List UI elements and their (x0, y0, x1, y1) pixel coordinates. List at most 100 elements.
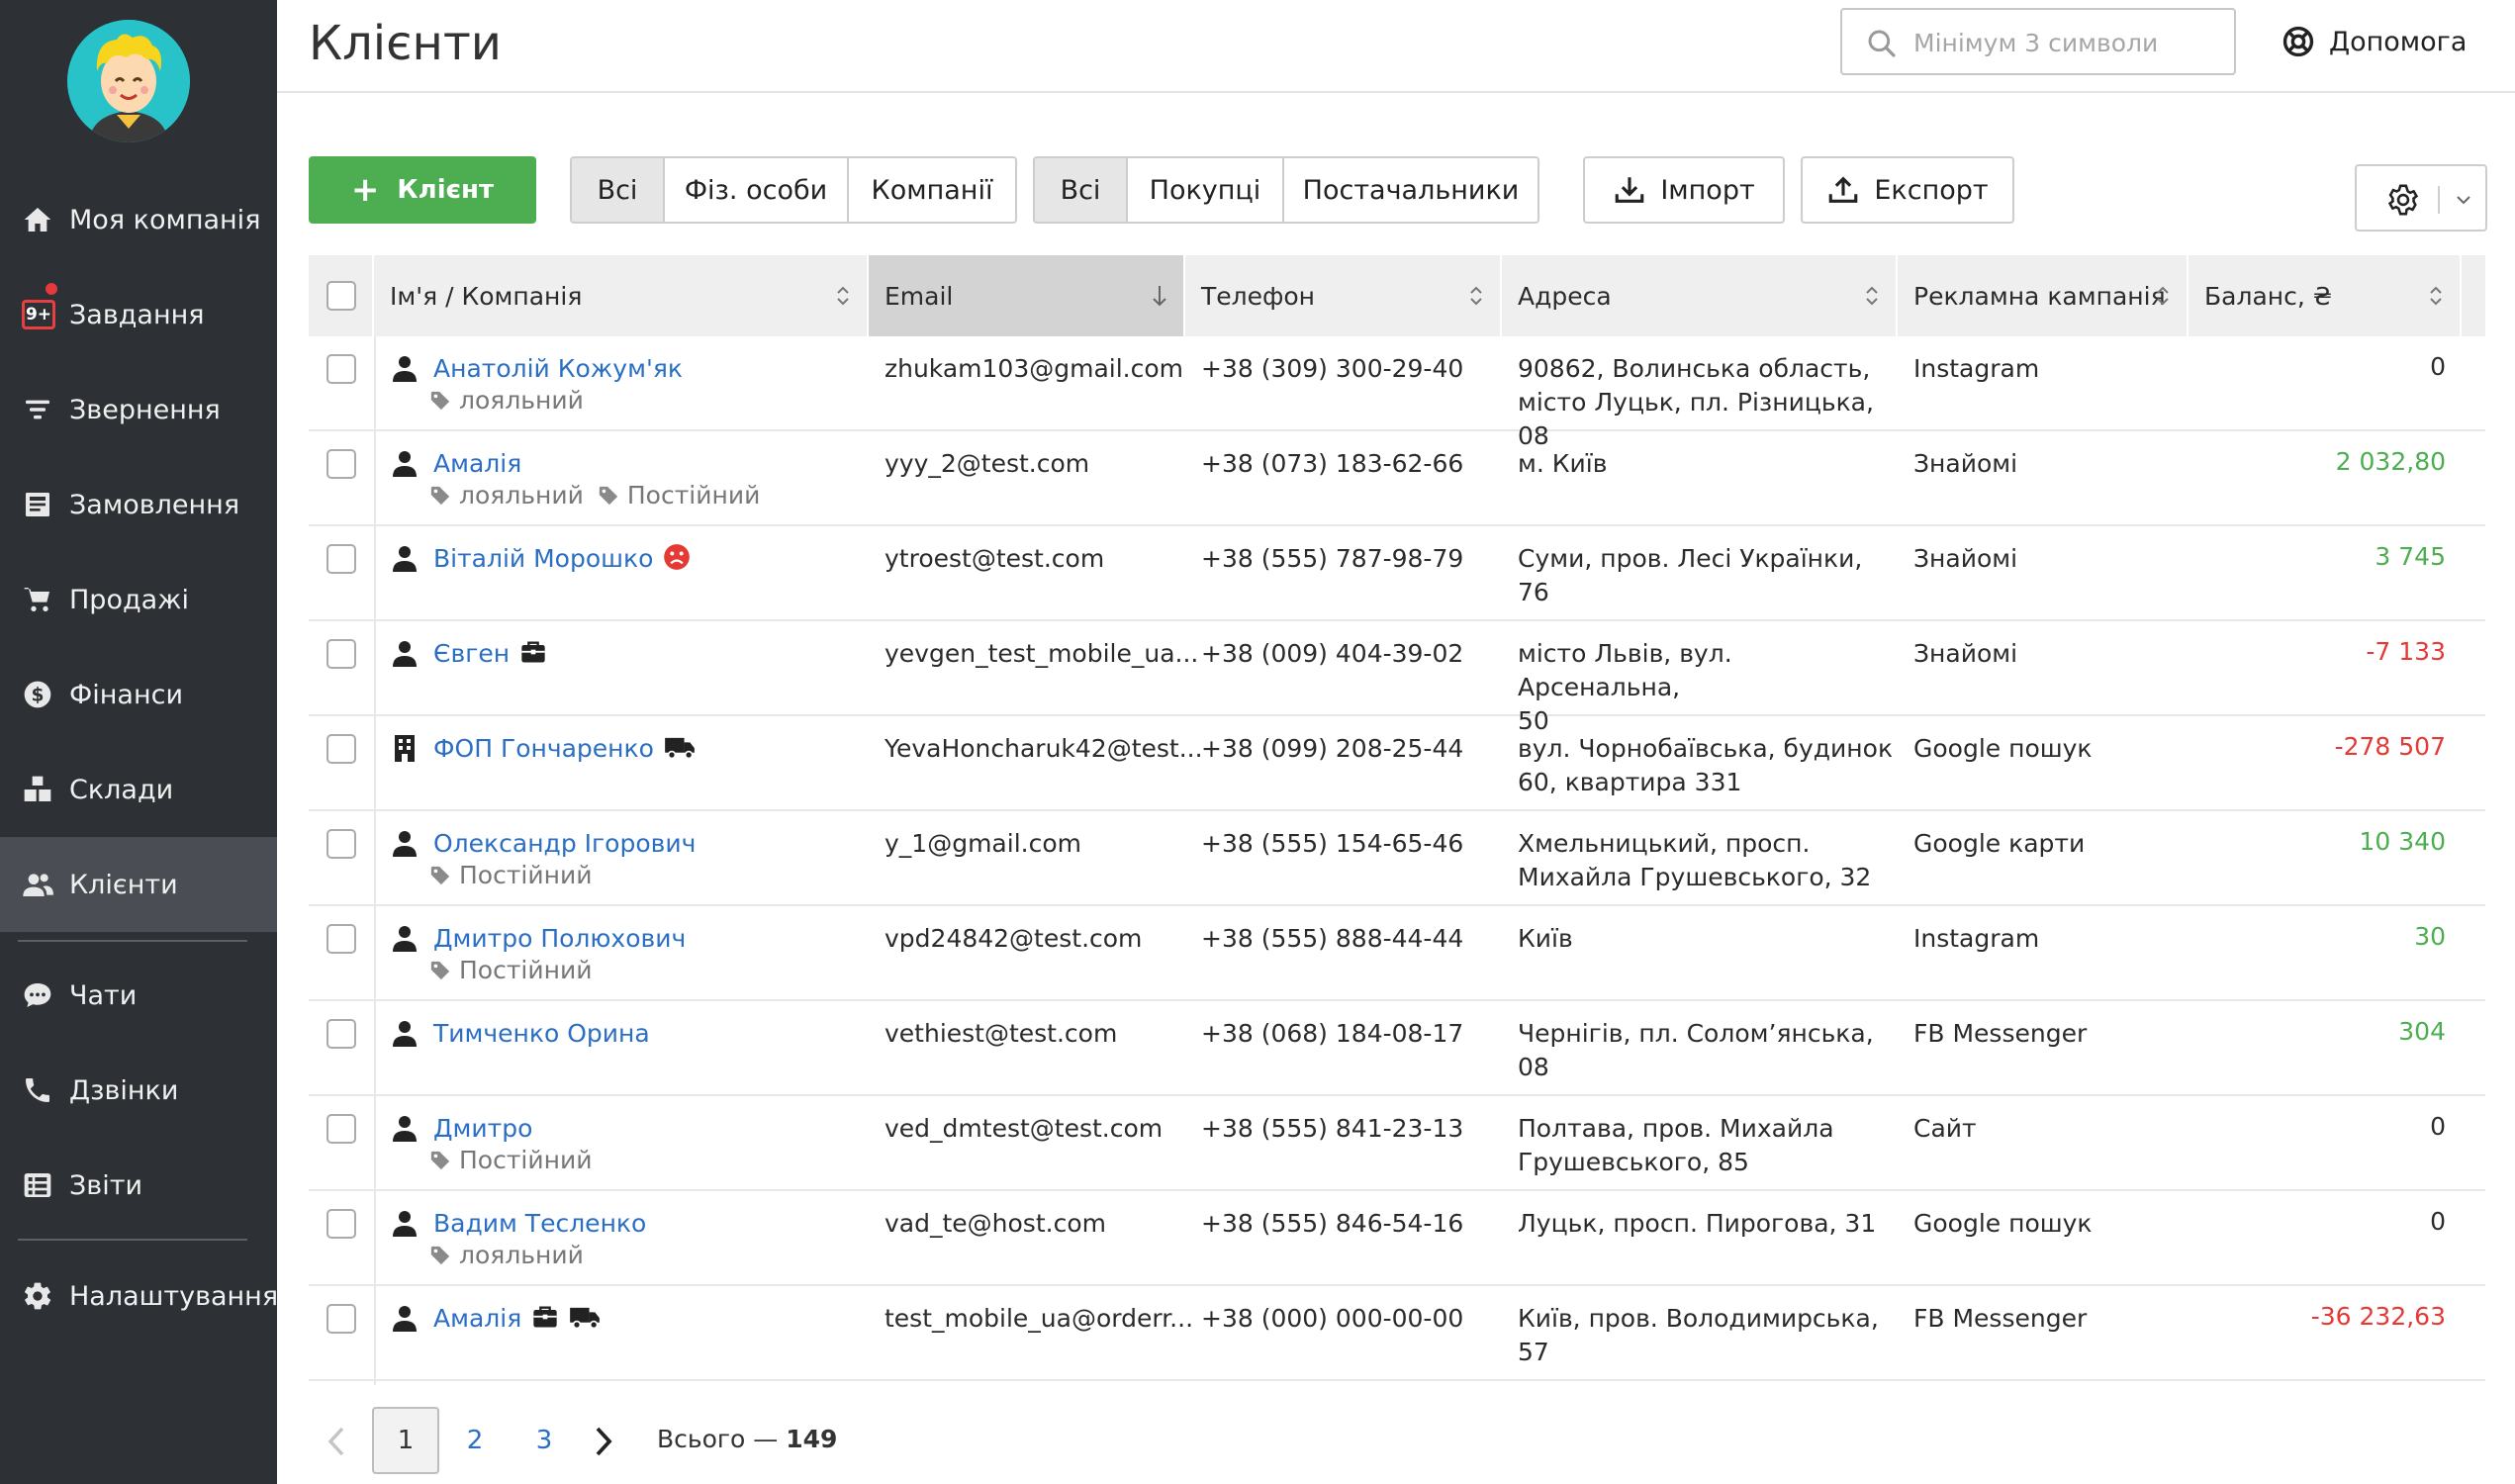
balance-cell: 2 032,80 (2335, 447, 2446, 476)
column-header-email[interactable]: Email (869, 255, 1185, 336)
email-cell: ytroest@test.com (885, 544, 1105, 573)
client-name-link[interactable]: Олександр Ігорович (433, 829, 696, 858)
avatar[interactable] (67, 20, 190, 142)
sidebar-item-settings[interactable]: Налаштування (0, 1249, 279, 1344)
client-name-link[interactable]: Вадим Тесленко (433, 1209, 646, 1238)
sidebar-item-label: Фінанси (69, 679, 183, 710)
sidebar-item-sales[interactable]: Продажі (0, 552, 277, 647)
sidebar-item-label: Налаштування (69, 1280, 279, 1312)
client-name-cell: Амалія лояльний Постійний (430, 447, 859, 512)
column-header-campaign[interactable]: Рекламна кампанія (1898, 255, 2189, 336)
row-checkbox[interactable] (326, 1304, 356, 1334)
page-1-button[interactable]: 1 (372, 1407, 439, 1474)
sidebar-item-finance[interactable]: $ Фінанси (0, 647, 277, 742)
address-line-1: місто Львів, вул. Арсенальна, (1518, 639, 1732, 701)
table-row[interactable]: Олександр Ігорович Постійний y_1@gmail.com… (309, 811, 2485, 906)
sidebar-item-orders[interactable]: Замовлення (0, 457, 277, 552)
filter-icon (20, 392, 55, 427)
client-tag: лояльний (429, 481, 584, 510)
filter-role-buyers[interactable]: Покупці (1128, 158, 1284, 222)
sidebar-item-calls[interactable]: Дзвінки (0, 1043, 277, 1138)
table-row[interactable]: ФОП Гончаренко YevaHoncharuk42@test... +38… (309, 716, 2485, 811)
row-checkbox[interactable] (326, 639, 356, 669)
sort-icon (1866, 286, 1878, 306)
row-checkbox[interactable] (326, 924, 356, 954)
table-row[interactable]: Євген yevgen_test_mobile_ua... +38 (009) 4… (309, 621, 2485, 735)
row-checkbox[interactable] (326, 829, 356, 859)
client-name-cell: Вадим Тесленко лояльний (430, 1207, 859, 1272)
client-name-link[interactable]: Євген (433, 639, 510, 668)
tag-icon (429, 481, 459, 510)
sidebar-item-warehouses[interactable]: Склади (0, 742, 277, 837)
client-name-link[interactable]: Дмитро Полюхович (433, 924, 686, 953)
sidebar-item-tasks[interactable]: 9+ Завдання (0, 267, 277, 362)
page-3-button[interactable]: 3 (511, 1407, 578, 1474)
table-row[interactable]: Вадим Тесленко лояльний vad_te@host.com +38… (309, 1191, 2485, 1286)
sidebar-item-requests[interactable]: Звернення (0, 362, 277, 457)
client-name-cell: Тимченко Орина (433, 1017, 859, 1051)
client-name-link[interactable]: Анатолій Кожум'як (433, 354, 683, 383)
sort-icon (2430, 286, 2442, 306)
filter-role-suppliers[interactable]: Постачальники (1284, 158, 1537, 222)
table-row[interactable]: Амалія лояльний Постійний yyy_2@test.com +38… (309, 431, 2485, 526)
chat-icon (20, 977, 55, 1013)
page-2-button[interactable]: 2 (441, 1407, 509, 1474)
help-link[interactable]: Допомога (2282, 22, 2467, 61)
column-header-address[interactable]: Адреса (1502, 255, 1898, 336)
campaign-cell: Instagram (1913, 354, 2040, 383)
row-checkbox[interactable] (326, 1209, 356, 1239)
add-client-label: Клієнт (397, 175, 495, 205)
export-button[interactable]: Експорт (1801, 156, 2014, 224)
address-line-1: Хмельницький, просп. (1518, 829, 1811, 858)
add-client-button[interactable]: + Клієнт (309, 156, 536, 224)
client-type-filter: Всі Фіз. особи Компанії (570, 156, 1017, 224)
search-input[interactable] (1913, 22, 2220, 63)
filter-type-individuals[interactable]: Фіз. особи (665, 158, 849, 222)
table-row[interactable]: Віталій Морошко ytroest@test.com +38 (555)… (309, 526, 2485, 621)
client-name-link[interactable]: Тимченко Орина (433, 1019, 650, 1048)
header-select-cell (309, 255, 374, 336)
balance-cell: 3 745 (2375, 542, 2446, 571)
address-line-1: Чернігів, пл. Солом’янська, 08 (1518, 1019, 1874, 1081)
table-settings-button[interactable] (2355, 164, 2487, 232)
table-row[interactable]: Дмитро Полюхович Постійний vpd24842@test.c… (309, 906, 2485, 1001)
row-checkbox[interactable] (326, 544, 356, 574)
row-checkbox[interactable] (326, 734, 356, 764)
column-header-balance[interactable]: Баланс, ₴ (2189, 255, 2462, 336)
person-icon (392, 1114, 418, 1146)
export-label: Експорт (1874, 174, 1989, 206)
notification-dot (46, 283, 57, 295)
row-checkbox[interactable] (326, 1019, 356, 1049)
select-all-checkbox[interactable] (326, 281, 356, 311)
column-header-name[interactable]: Ім'я / Компанія (374, 255, 869, 336)
person-icon (392, 449, 418, 481)
table-row[interactable]: Анатолій Кожум'як лояльний zhukam103@gmail… (309, 336, 2485, 450)
row-checkbox[interactable] (326, 449, 356, 479)
table-row[interactable]: Амалія test_mobile_ua@orderr... +38 (000) … (309, 1286, 2485, 1381)
chevron-right-icon[interactable] (590, 1425, 615, 1458)
import-button[interactable]: Імпорт (1583, 156, 1785, 224)
column-header-phone[interactable]: Телефон (1185, 255, 1502, 336)
table-row[interactable]: Тимченко Орина vethiest@test.com +38 (068)… (309, 1001, 2485, 1096)
chevron-left-icon[interactable] (325, 1425, 350, 1458)
sidebar-item-reports[interactable]: Звіти (0, 1138, 277, 1233)
sidebar-item-clients[interactable]: Клієнти (0, 837, 277, 932)
client-name-cell: Олександр Ігорович Постійний (430, 827, 859, 892)
client-name-link[interactable]: Амалія (433, 449, 521, 478)
client-name-link[interactable]: Віталій Морошко (433, 544, 653, 573)
sidebar-item-my-company[interactable]: Моя компанія (0, 172, 277, 267)
filter-type-all[interactable]: Всі (572, 158, 665, 222)
row-checkbox[interactable] (326, 1114, 356, 1144)
filter-role-all[interactable]: Всі (1035, 158, 1128, 222)
client-name-link[interactable]: ФОП Гончаренко (433, 734, 654, 763)
table-row[interactable]: Дмитро Постійний ved_dmtest@test.com +38 (5… (309, 1096, 2485, 1191)
client-name-link[interactable]: Амалія (433, 1304, 521, 1333)
search-box[interactable] (1840, 8, 2236, 75)
row-checkbox[interactable] (326, 354, 356, 384)
home-icon (20, 202, 55, 237)
client-name-link[interactable]: Дмитро (433, 1114, 532, 1143)
filter-type-companies[interactable]: Компанії (849, 158, 1015, 222)
sidebar-item-chats[interactable]: Чати (0, 948, 277, 1043)
person-icon (392, 1304, 418, 1336)
person-icon (392, 639, 418, 671)
